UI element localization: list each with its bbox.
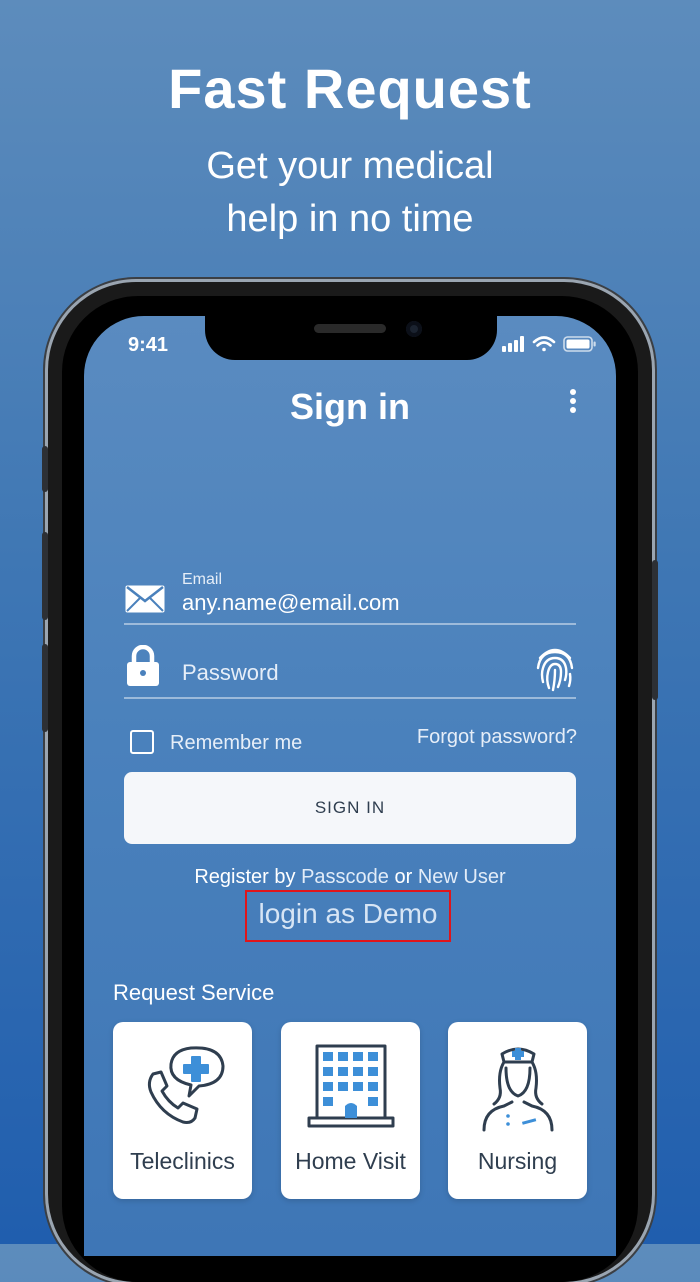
building-icon [307, 1044, 395, 1128]
email-underline [124, 623, 576, 625]
register-line: Register by Passcode or New User [84, 866, 616, 889]
phone-chat-cross-icon [147, 1046, 225, 1124]
fingerprint-icon[interactable] [534, 644, 576, 692]
screen-title: Sign in [290, 386, 410, 427]
request-service-label: Request Service [113, 980, 275, 1005]
battery-icon [563, 336, 596, 352]
lock-icon [127, 645, 159, 686]
phone-power-button [652, 560, 658, 700]
phone-volume-down [42, 644, 48, 732]
service-card-nursing[interactable]: Nursing [448, 1022, 587, 1199]
remember-label: Remember me [170, 732, 303, 754]
phone-camera [406, 321, 422, 337]
service-label-home-visit: Home Visit [295, 1148, 406, 1174]
sign-in-button[interactable]: SIGN IN [124, 772, 576, 844]
email-label: Email [182, 571, 223, 588]
register-prefix: Register by [194, 866, 296, 888]
kebab-menu-icon[interactable] [566, 389, 580, 415]
password-underline [124, 697, 576, 699]
remember-checkbox[interactable] [130, 730, 154, 754]
phone-speaker [314, 324, 386, 333]
signal-icon [502, 336, 524, 352]
forgot-password-link[interactable]: Forgot password? [400, 726, 577, 749]
phone-volume-up [42, 532, 48, 620]
service-card-home-visit[interactable]: Home Visit [281, 1022, 420, 1199]
status-icons [502, 336, 596, 352]
phone-notch [205, 316, 497, 360]
login-demo-link[interactable]: login as Demo [245, 898, 451, 930]
hero-subtitle-line-2: help in no time [226, 198, 474, 240]
wifi-icon [532, 336, 556, 352]
hero-subtitle: Get your medical help in no time [0, 140, 700, 246]
new-user-link[interactable]: New User [418, 866, 506, 888]
register-or: or [394, 866, 413, 888]
nurse-icon [482, 1047, 554, 1132]
password-input[interactable]: Password [182, 660, 279, 686]
passcode-link[interactable]: Passcode [301, 866, 389, 888]
hero-subtitle-line-1: Get your medical [206, 145, 494, 187]
hero-title: Fast Request [168, 57, 532, 120]
service-label-nursing: Nursing [477, 1148, 558, 1174]
phone-silent-switch [42, 446, 48, 492]
email-input[interactable]: any.name@email.com [182, 590, 400, 616]
status-time: 9:41 [128, 334, 169, 356]
service-card-teleclinics[interactable]: Teleclinics [113, 1022, 252, 1199]
service-label-teleclinics: Teleclinics [130, 1148, 235, 1174]
envelope-icon [125, 585, 165, 613]
